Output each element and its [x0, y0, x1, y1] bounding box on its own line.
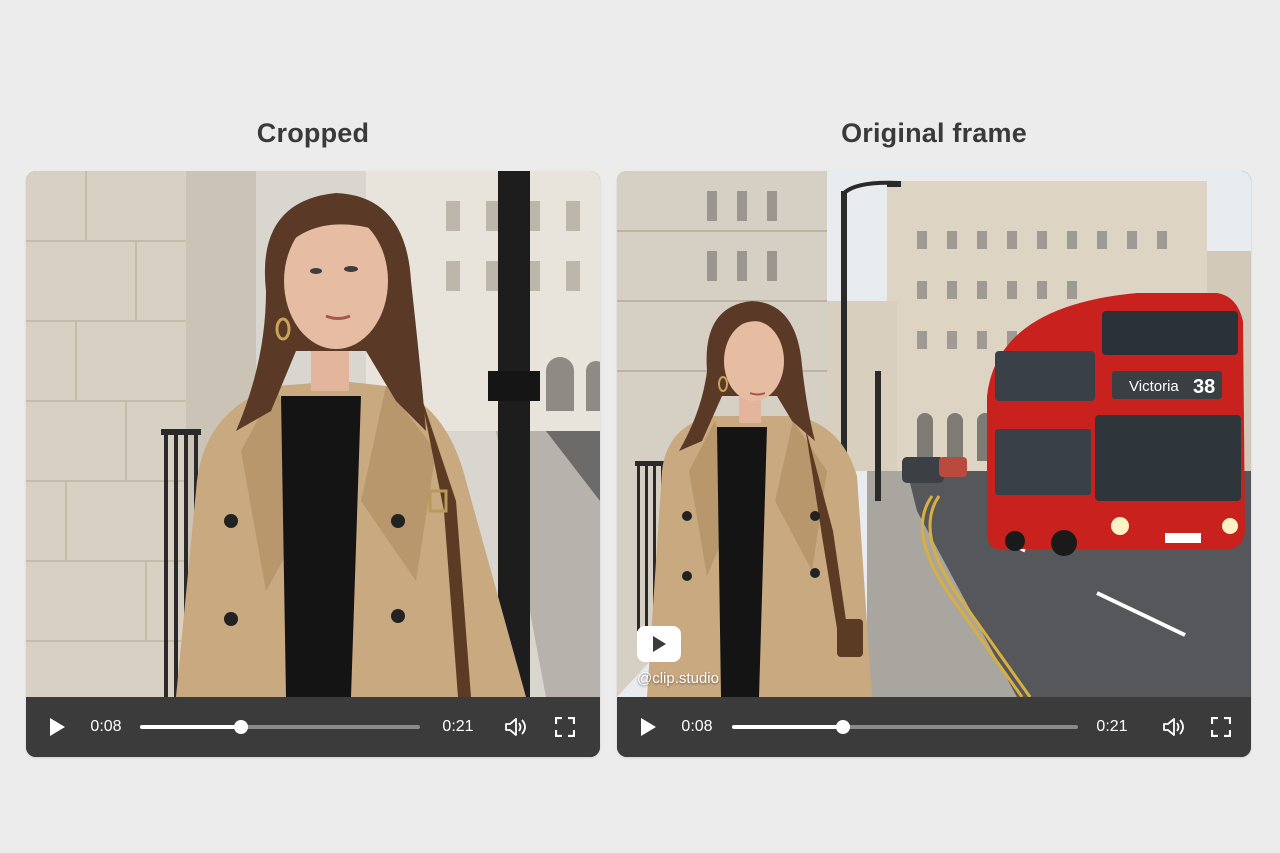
video-frame-image — [26, 171, 600, 697]
seek-bar-progress — [140, 725, 241, 729]
total-time: 0:21 — [442, 718, 474, 735]
volume-icon — [1163, 718, 1184, 736]
video-frame-original[interactable]: Victoria 38 @clip.studio — [617, 171, 1251, 697]
original-frame-title: Original frame — [841, 118, 1027, 148]
current-time: 0:08 — [681, 718, 713, 735]
video-frame-cropped[interactable] — [26, 171, 600, 697]
video-player-original[interactable]: Victoria 38 @clip.studio 0:08 0:21 — [617, 171, 1251, 757]
current-time: 0:08 — [90, 718, 122, 735]
fullscreen-button[interactable] — [552, 697, 578, 757]
watermark: @clip.studio — [637, 626, 737, 696]
fullscreen-button[interactable] — [1208, 697, 1234, 757]
bus-route-number: 38 — [1193, 376, 1215, 398]
control-bar: 0:08 0:21 — [26, 697, 600, 757]
volume-button[interactable] — [503, 697, 529, 757]
total-time: 0:21 — [1096, 718, 1128, 735]
control-bar: 0:08 0:21 — [617, 697, 1251, 757]
bus-destination: Victoria — [1129, 378, 1179, 395]
street-scene-image: Victoria 38 — [617, 171, 1251, 697]
cropped-title: Cropped — [256, 118, 370, 148]
play-icon — [50, 718, 65, 736]
seek-thumb[interactable] — [233, 720, 248, 734]
seek-bar[interactable] — [732, 720, 1078, 734]
fullscreen-icon — [1211, 717, 1231, 737]
seek-bar-progress — [732, 725, 843, 729]
watermark-handle: @clip.studio — [637, 670, 719, 687]
play-icon — [641, 718, 656, 736]
video-player-cropped[interactable]: 0:08 0:21 — [26, 171, 600, 757]
seek-thumb[interactable] — [835, 720, 850, 734]
play-logo-icon — [637, 626, 681, 662]
fullscreen-icon — [555, 717, 575, 737]
play-button[interactable] — [635, 697, 661, 757]
play-button[interactable] — [44, 697, 70, 757]
seek-bar[interactable] — [140, 720, 420, 734]
volume-icon — [505, 718, 526, 736]
volume-button[interactable] — [1161, 697, 1187, 757]
